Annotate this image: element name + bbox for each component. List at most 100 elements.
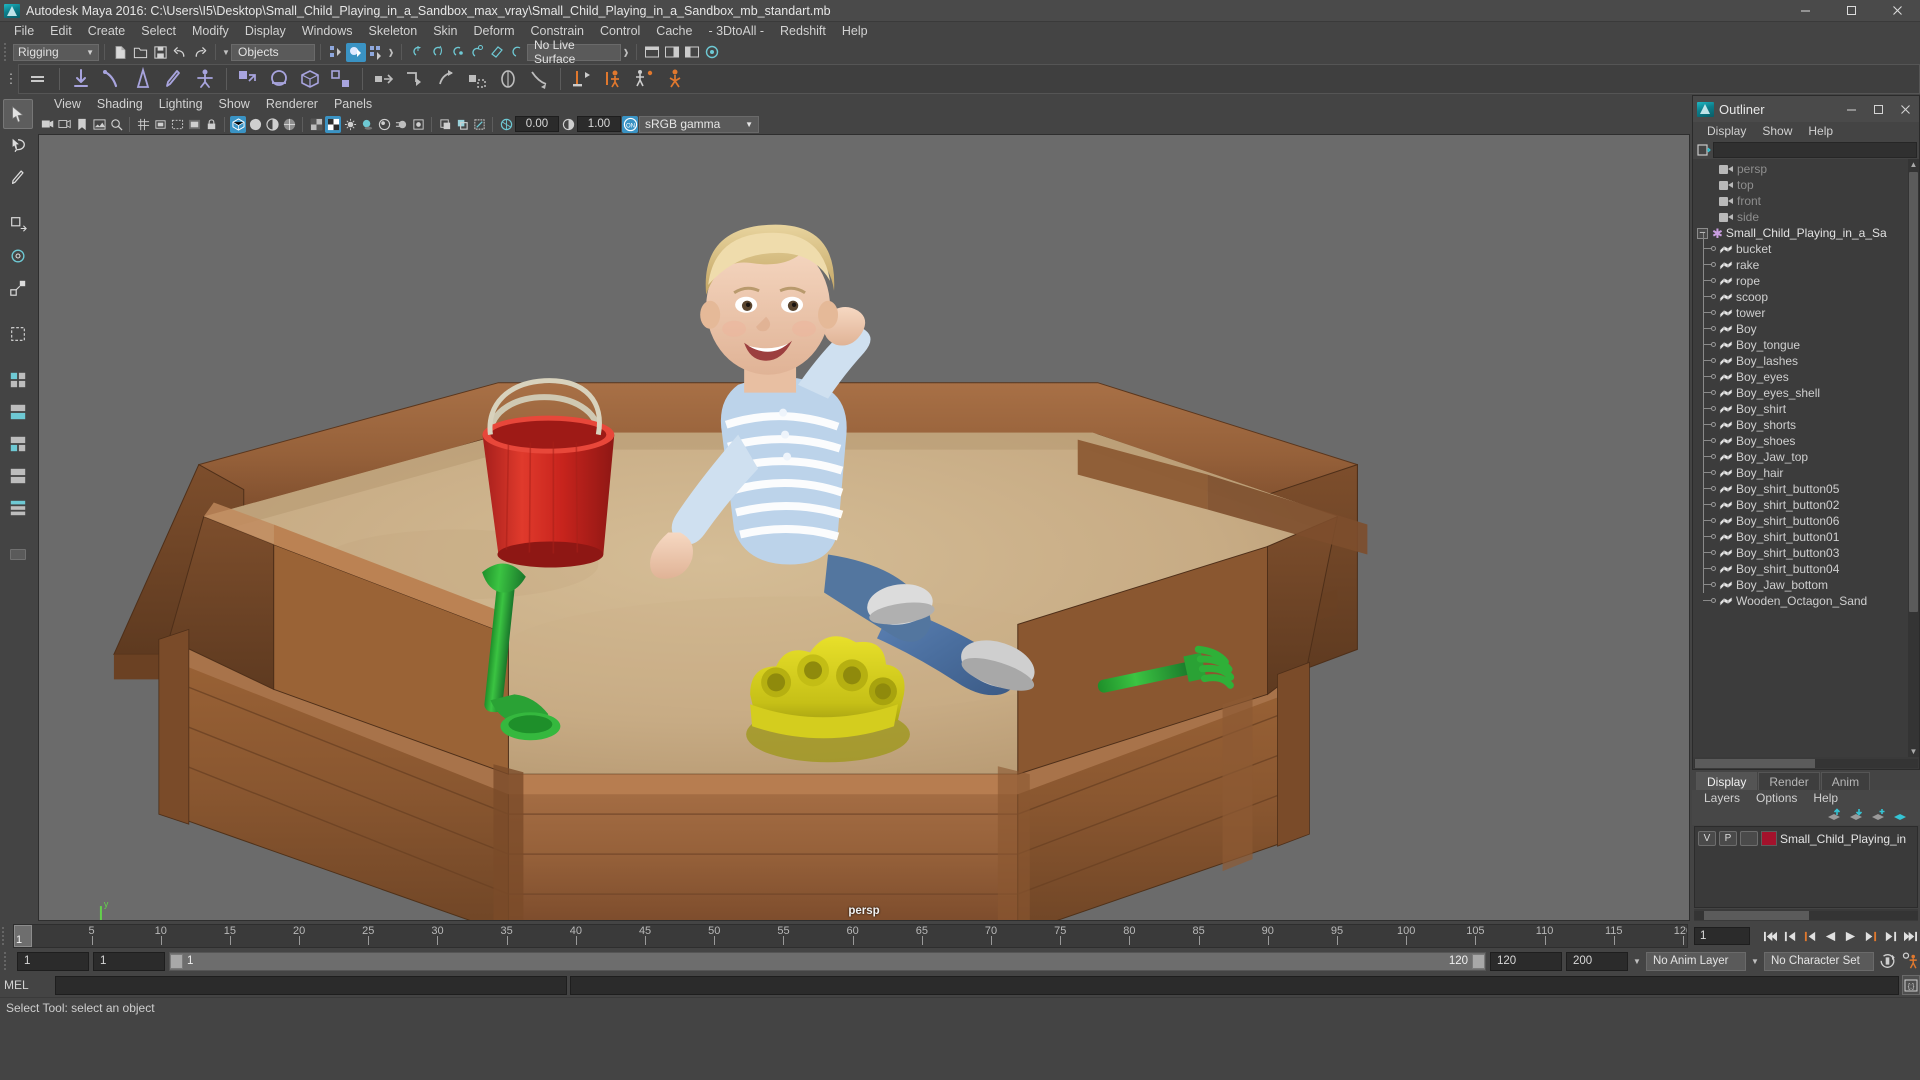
selection-mask-field[interactable]: Objects (231, 43, 315, 61)
range-end-handle[interactable] (1472, 953, 1485, 969)
outliner-item-Wooden_Octagon_Sand[interactable]: Wooden_Octagon_Sand (1693, 585, 1919, 609)
layer-list[interactable]: V P Small_Child_Playing_in (1694, 826, 1918, 908)
move-tool-button[interactable] (3, 209, 33, 239)
menu-windows[interactable]: Windows (294, 22, 361, 41)
redo-icon[interactable] (190, 43, 210, 62)
layer-menu-layers[interactable]: Layers (1696, 790, 1748, 807)
outliner-item-Boy_Jaw_top[interactable]: Boy_Jaw_top (1693, 441, 1919, 465)
outliner-maximize-button[interactable] (1865, 96, 1892, 122)
texture-display-on-icon[interactable] (325, 115, 341, 133)
tab-display[interactable]: Display (1696, 772, 1758, 790)
menu-file[interactable]: File (6, 22, 42, 41)
show-hide-editors-icon[interactable] (642, 43, 662, 62)
outliner-item-Boy_lashes[interactable]: Boy_lashes (1693, 345, 1919, 369)
viewport-menu-view[interactable]: View (46, 95, 89, 114)
image-plane-icon[interactable] (91, 116, 107, 133)
auto-keyframe-toggle-icon[interactable] (1878, 951, 1897, 971)
shelf-point-constraint-icon[interactable] (400, 65, 430, 93)
color-management-toggle-icon[interactable]: ON (622, 115, 638, 133)
layer-menu-help[interactable]: Help (1805, 790, 1846, 807)
undo-icon[interactable] (170, 43, 190, 62)
object-select-icon[interactable] (346, 42, 366, 62)
resolution-gate-icon[interactable] (169, 116, 185, 133)
anim-layer-dropdown-arrow-icon[interactable]: ▼ (1632, 957, 1642, 966)
menu-select[interactable]: Select (133, 22, 184, 41)
layer-color-swatch[interactable] (1761, 831, 1777, 846)
shelf-bind-skin-icon[interactable] (233, 65, 263, 93)
viewport-menu-show[interactable]: Show (211, 95, 258, 114)
menu-help[interactable]: Help (834, 22, 876, 41)
character-set-dropdown-arrow-icon[interactable]: ▼ (1750, 957, 1760, 966)
scroll-up-icon[interactable]: ▲ (1908, 159, 1919, 170)
new-scene-icon[interactable] (110, 43, 130, 62)
layer-menu-options[interactable]: Options (1748, 790, 1805, 807)
create-new-layer-icon[interactable] (1870, 808, 1886, 825)
xray-icon[interactable] (454, 116, 470, 133)
range-start-handle[interactable] (170, 953, 183, 969)
rotate-tool-button[interactable] (3, 241, 33, 271)
anim-start-field[interactable]: 120 (1490, 951, 1562, 971)
outliner-item-side[interactable]: side (1693, 209, 1919, 225)
go-to-start-button[interactable] (1761, 926, 1780, 946)
animation-preferences-icon[interactable] (1901, 951, 1920, 971)
move-layer-down-icon[interactable] (1848, 808, 1864, 825)
use-all-lights-icon[interactable] (342, 116, 358, 133)
outliner-close-button[interactable] (1892, 96, 1919, 122)
outliner-item-Boy_Jaw_bottom[interactable]: Boy_Jaw_bottom (1693, 569, 1919, 593)
selection-mask-arrow-icon[interactable]: ▼ (221, 48, 231, 57)
bookmarks-icon[interactable] (74, 116, 90, 133)
command-response-field[interactable] (570, 975, 1899, 995)
select-mode-expand-icon[interactable]: ❱ (386, 48, 396, 57)
viewport-menu-lighting[interactable]: Lighting (151, 95, 211, 114)
layout-two-pane-button[interactable] (3, 429, 33, 459)
shelf-cluster-icon[interactable] (326, 65, 356, 93)
menu-skin[interactable]: Skin (425, 22, 465, 41)
select-camera-icon[interactable] (40, 116, 56, 133)
menu-3dtoall[interactable]: - 3DtoAll - (700, 22, 772, 41)
outliner-minimize-button[interactable] (1838, 96, 1865, 122)
outliner-group-row[interactable]: −✱Small_Child_Playing_in_a_Sa (1693, 225, 1919, 241)
layout-more-button[interactable] (3, 539, 33, 569)
live-surface-field[interactable]: No Live Surface (527, 38, 621, 66)
outliner-item-Boy_shorts[interactable]: Boy_shorts (1693, 409, 1919, 433)
shelf-skeleton-generator-icon[interactable] (660, 65, 690, 93)
close-button[interactable] (1874, 0, 1920, 22)
outliner-item-Boy_shirt_button05[interactable]: Boy_shirt_button05 (1693, 473, 1919, 497)
outliner-tree[interactable]: ▲ ▼ persp top front side−✱Small_Child_Playi… (1693, 159, 1919, 757)
viewport-menu-renderer[interactable]: Renderer (258, 95, 326, 114)
menu-deform[interactable]: Deform (466, 22, 523, 41)
go-to-end-button[interactable] (1901, 926, 1920, 946)
layer-horizontal-scrollbar[interactable] (1694, 909, 1918, 921)
texture-display-icon[interactable] (308, 116, 324, 133)
menu-modify[interactable]: Modify (184, 22, 237, 41)
shelf-scale-constraint-icon[interactable] (462, 65, 492, 93)
channel-box-icon[interactable] (702, 43, 722, 62)
outliner-menu-help[interactable]: Help (1800, 122, 1841, 140)
save-scene-icon[interactable] (150, 43, 170, 62)
play-backwards-button[interactable] (1821, 926, 1840, 946)
smooth-shade-all-icon[interactable] (247, 116, 263, 133)
outliner-item-bucket[interactable]: bucket (1693, 233, 1919, 257)
ambient-occlusion-icon[interactable] (376, 116, 392, 133)
screen-space-ao-icon[interactable] (410, 116, 426, 133)
gate-mask-icon[interactable] (186, 116, 202, 133)
menu-redshift[interactable]: Redshift (772, 22, 834, 41)
wireframe-shading-icon[interactable] (230, 115, 246, 133)
shelf-orient-constraint-icon[interactable] (431, 65, 461, 93)
outliner-horizontal-scrollbar[interactable] (1693, 757, 1919, 769)
hierarchy-select-icon[interactable] (326, 43, 346, 62)
scale-tool-button[interactable] (3, 273, 33, 303)
outliner-item-Boy_shirt_button06[interactable]: Boy_shirt_button06 (1693, 505, 1919, 529)
step-back-keyframe-button[interactable] (1781, 926, 1800, 946)
layer-playback-toggle[interactable]: P (1719, 831, 1737, 846)
open-scene-icon[interactable] (130, 43, 150, 62)
outliner-item-Boy_hair[interactable]: Boy_hair (1693, 457, 1919, 481)
current-frame-indicator[interactable]: 1 (14, 925, 32, 947)
shelf-character-controls-icon[interactable] (629, 65, 659, 93)
layout-hypergraph-button[interactable] (3, 461, 33, 491)
scroll-down-icon[interactable]: ▼ (1908, 746, 1919, 757)
color-management-dropdown[interactable]: sRGB gamma ▼ (639, 115, 759, 133)
shelf-joint-tool-icon[interactable] (66, 65, 96, 93)
outliner-item-Boy_shirt[interactable]: Boy_shirt (1693, 393, 1919, 417)
layout-outliner-persp-button[interactable] (3, 493, 33, 523)
